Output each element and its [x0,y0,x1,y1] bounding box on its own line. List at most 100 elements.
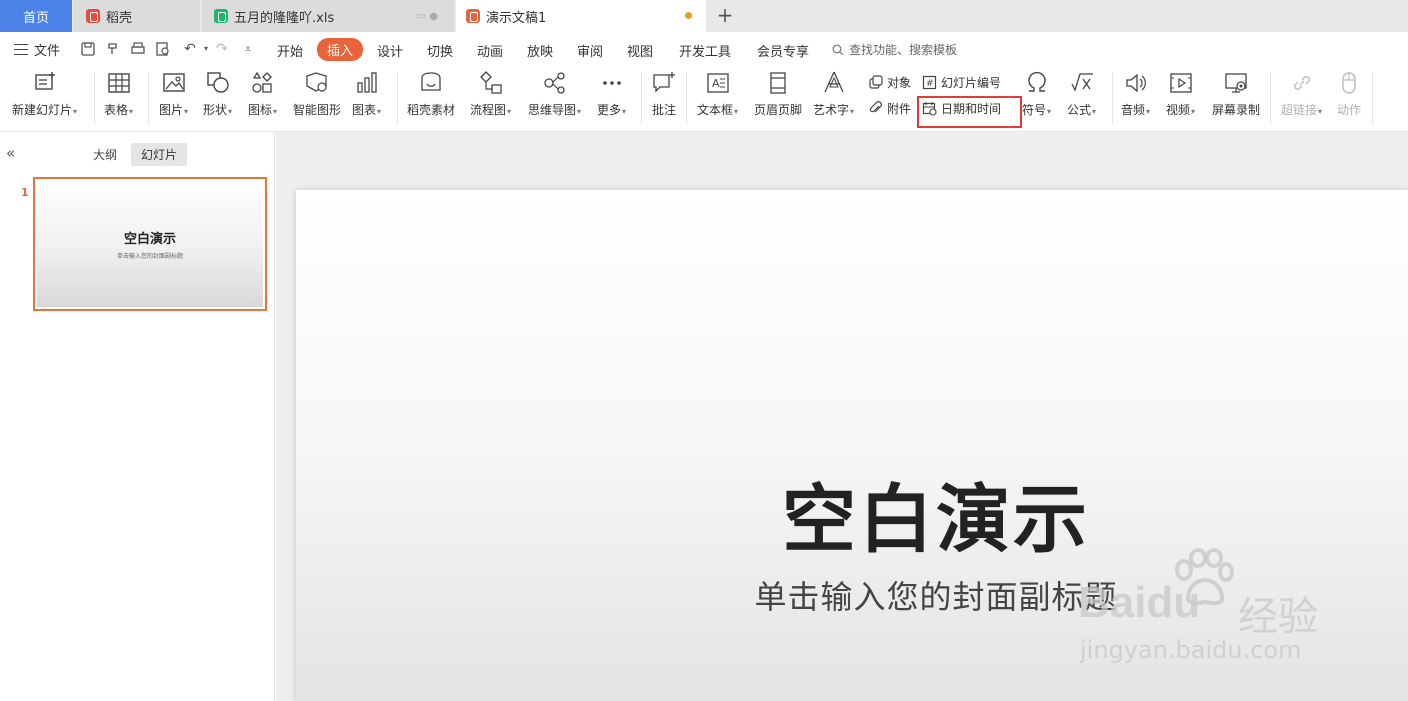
formula-button[interactable]: 公式▾ [1067,70,1096,120]
smartart-label: 智能图形 [293,103,342,117]
save-icon[interactable] [80,41,96,57]
shape-label: 形状 [203,103,228,117]
more-button[interactable]: 更多▾ [597,70,626,120]
new-slide-icon [32,70,58,96]
screen-record-icon [1223,70,1249,96]
table-button[interactable]: 表格▾ [104,70,133,120]
header-footer-button[interactable]: 页眉页脚 [754,70,802,118]
menu-tab-slideshow[interactable]: 放映 [527,41,553,60]
menu-tab-insert[interactable]: 插入 [317,38,364,61]
undo-icon[interactable]: ↶ [182,41,198,57]
flowchart-button[interactable]: 流程图▾ [470,70,511,120]
textbox-button[interactable]: A 文本框▾ [697,70,738,120]
flowchart-icon [478,70,504,96]
dropdown-arrow-icon: ▾ [1092,107,1097,116]
menu-tab-review[interactable]: 审阅 [577,41,603,60]
menu-tab-design[interactable]: 设计 [377,41,403,60]
more-dots-icon [599,70,625,96]
menu-tab-animation[interactable]: 动画 [477,41,503,60]
more-label: 更多 [597,103,622,117]
presentation-logo-icon [466,9,480,23]
icon-library-button[interactable]: 图标▾ [248,70,277,120]
svg-text:#: # [926,79,934,89]
menu-tab-transition[interactable]: 切换 [427,41,453,60]
symbol-button[interactable]: 符号▾ [1022,70,1051,120]
comment-label: 批注 [651,103,676,117]
shape-button[interactable]: 形状▾ [203,70,232,120]
icon-library-label: 图标 [248,103,273,117]
ribbon-divider [1270,72,1271,124]
thumbnail-title: 空白演示 [123,232,176,247]
ribbon-divider [148,72,149,124]
tab-slides[interactable]: 幻灯片 [131,143,188,166]
audio-button[interactable]: 音频▾ [1121,70,1150,120]
dropdown-arrow-icon: ▾ [228,107,233,116]
slide-number-icon: # [922,75,937,90]
new-slide-button[interactable]: 新建幻灯片▾ [12,70,77,120]
dropdown-arrow-icon: ▾ [1318,107,1323,116]
formula-label: 公式 [1067,103,1092,117]
screen-record-label: 屏幕录制 [1212,103,1261,117]
collapse-panel-button[interactable]: « [6,144,15,162]
audio-label: 音频 [1121,103,1146,117]
tab-presentation[interactable]: 演示文稿1 [456,0,706,32]
file-menu-button[interactable]: 文件 [14,40,60,59]
dropdown-arrow-icon: ▾ [184,107,189,116]
menu-tab-membership[interactable]: 会员专享 [757,41,809,60]
dropdown-arrow-icon: ▾ [377,107,382,116]
header-footer-label: 页眉页脚 [754,103,803,117]
spreadsheet-logo-icon [214,9,228,23]
daoke-material-label: 稻壳素材 [407,103,456,117]
customize-quick-access-icon[interactable]: ⩡ [240,41,256,57]
tab-outline[interactable]: 大纲 [93,146,117,163]
undo-dropdown-icon[interactable]: ▾ [198,41,214,57]
unsaved-dot-icon [685,12,692,19]
symbol-label: 符号 [1022,103,1047,117]
formula-icon [1069,70,1095,96]
baidu-watermark: Baidu 经验 jingyan.baidu.com [1078,548,1340,672]
icons-icon [250,70,276,96]
hyperlink-button[interactable]: 超链接▾ [1281,70,1322,120]
tab-home[interactable]: 首页 [0,0,72,32]
search-icon [832,44,844,55]
watermark-chinese: 经验 [1238,594,1318,640]
print-preview-icon[interactable] [155,41,171,57]
wordart-button[interactable]: 艺术字▾ [813,70,854,120]
tab-spreadsheet[interactable]: 五月的隆隆吖.xls ▭ ● [202,0,454,32]
attachment-button[interactable]: 附件 [868,100,911,117]
menu-tab-start[interactable]: 开始 [277,41,303,60]
picture-button[interactable]: 图片▾ [159,70,188,120]
redo-icon[interactable]: ↷ [214,41,230,57]
mindmap-button[interactable]: 思维导图▾ [528,70,581,120]
chart-button[interactable]: 图表▾ [352,70,381,120]
dropdown-arrow-icon: ▾ [73,107,78,116]
ribbon-divider [397,72,398,124]
table-label: 表格 [104,103,129,117]
video-button[interactable]: 视频▾ [1166,70,1195,120]
smartart-icon [304,70,330,96]
new-tab-button[interactable]: + [714,4,736,26]
slide-number-label: 幻灯片编号 [941,76,1002,90]
tab-close-dot-icon[interactable]: ▭ ● [417,11,438,22]
chart-icon [354,70,380,96]
tab-daoke[interactable]: 稻壳 [74,0,200,32]
picture-icon [161,70,187,96]
print-icon[interactable] [130,41,146,57]
action-button[interactable]: 动作 [1336,70,1362,118]
slide-thumbnail[interactable]: 空白演示 单击输入您的封面副标题 [33,177,267,311]
screen-record-button[interactable]: 屏幕录制 [1212,70,1260,118]
object-button[interactable]: 对象 [868,74,911,91]
daoke-material-button[interactable]: 稻壳素材 [407,70,455,118]
menu-icon [14,44,28,55]
smartart-button[interactable]: 智能图形 [293,70,341,118]
ribbon-toolbar: 新建幻灯片▾ 表格▾ 图片▾ 形状▾ 图标▾ 智能图形 图表▾ 稻壳素材 流程图… [0,66,1408,132]
menu-tab-view[interactable]: 视图 [627,41,653,60]
menu-tab-developer[interactable]: 开发工具 [679,41,731,60]
search-box[interactable]: 查找功能、搜索模板 [832,41,957,58]
format-painter-icon[interactable] [106,41,122,57]
slide-number-button[interactable]: # 幻灯片编号 [922,74,1001,91]
mouse-icon [1336,70,1362,96]
comment-button[interactable]: 批注 [651,70,677,118]
comment-icon [651,70,677,96]
ribbon-divider [94,72,95,124]
